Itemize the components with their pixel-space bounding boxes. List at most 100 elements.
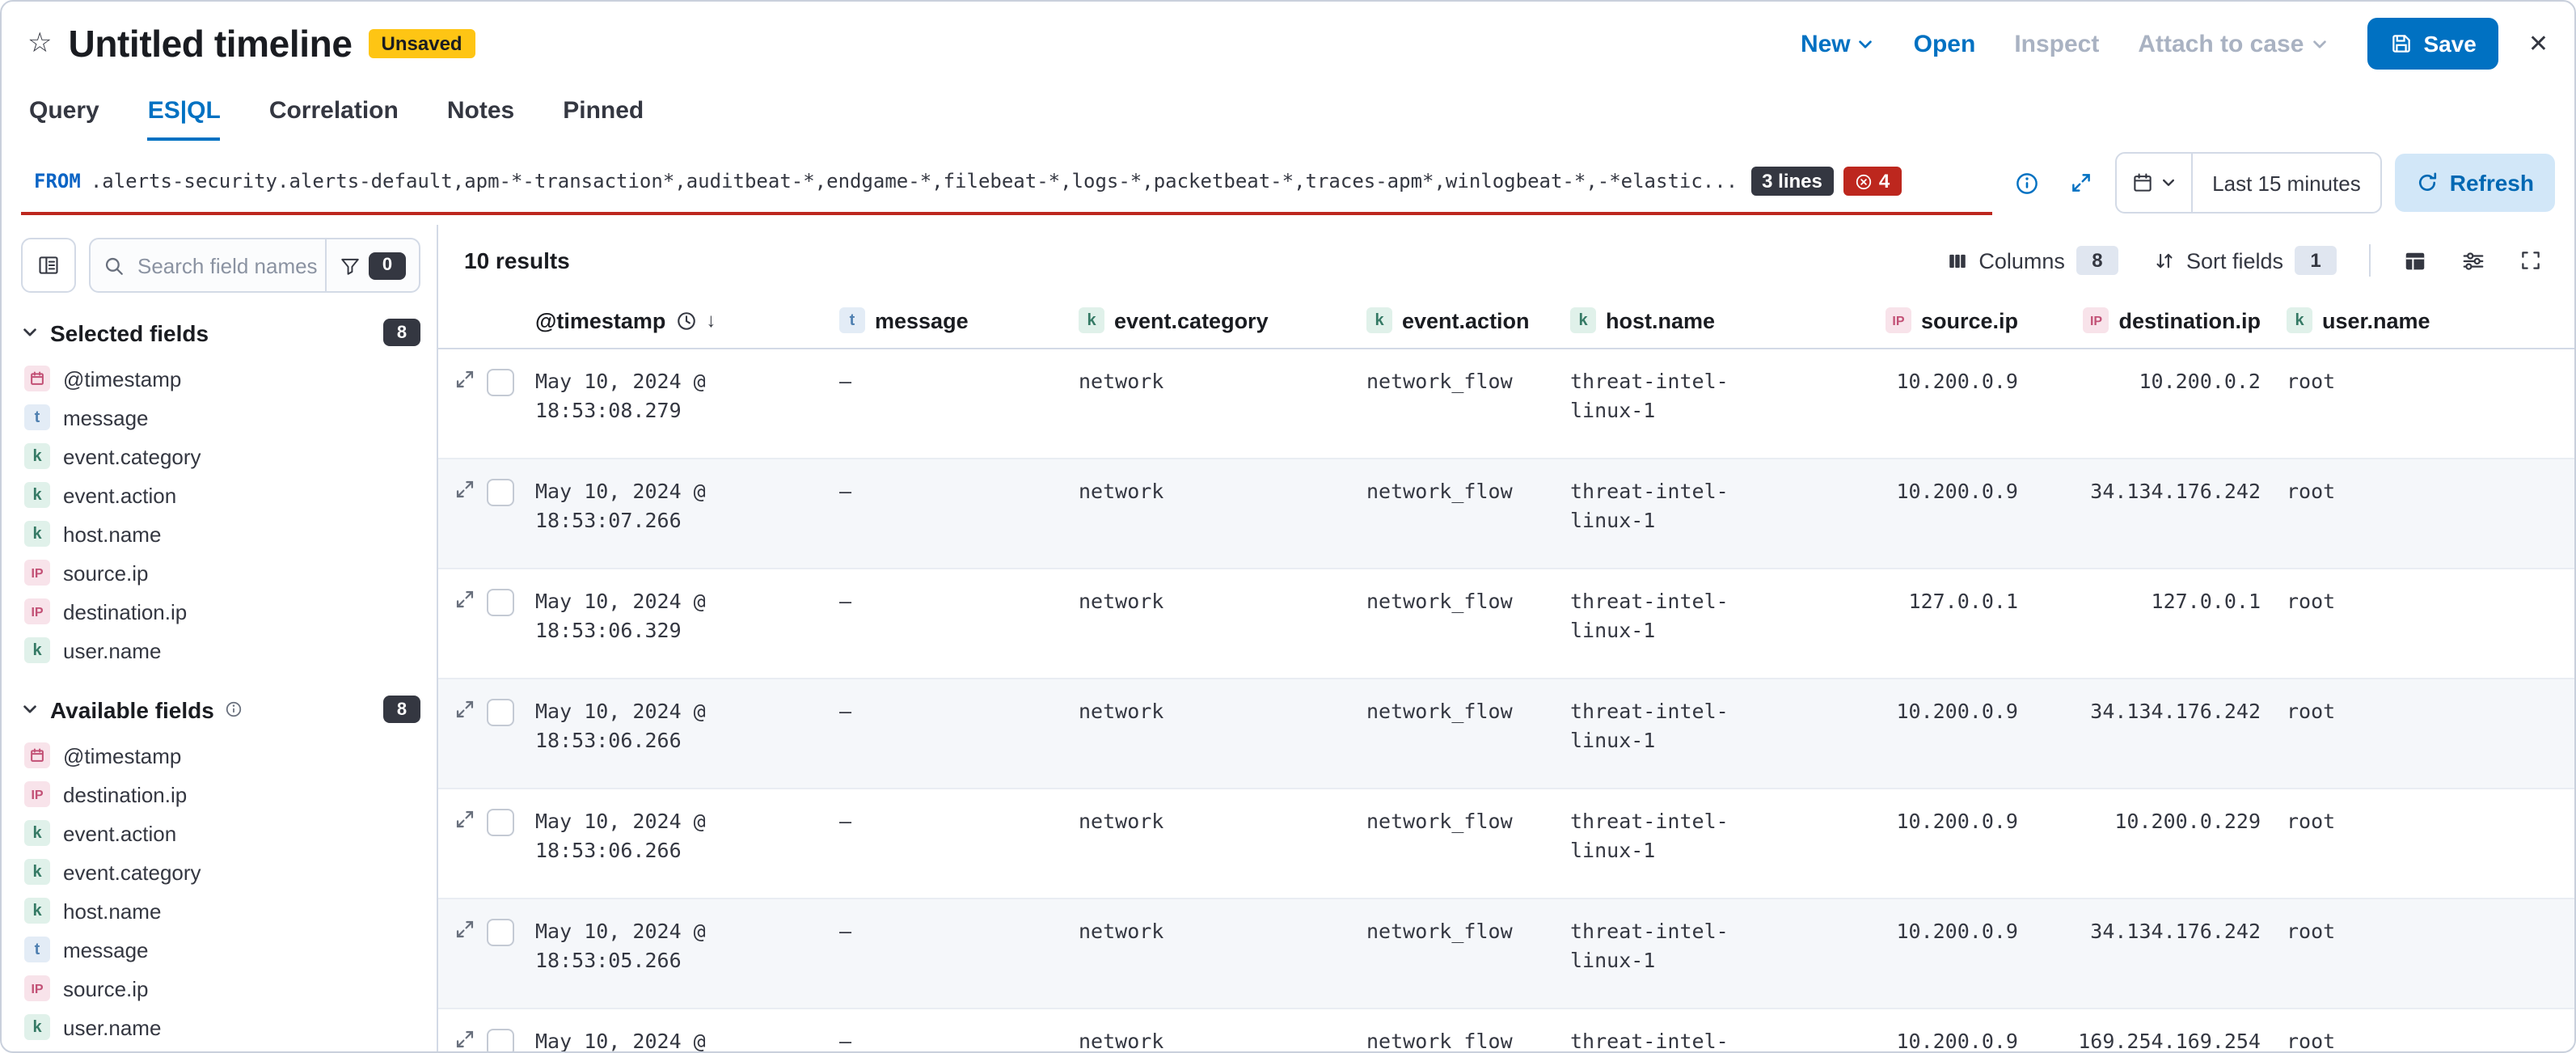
column-header-message[interactable]: tmessage	[826, 293, 1066, 348]
cell-host-name[interactable]: threat-intel-	[1557, 1009, 1800, 1051]
expand-row-icon[interactable]	[454, 479, 475, 500]
cell-source-ip[interactable]: 10.200.0.9	[1800, 899, 2031, 1008]
cell-user-name[interactable]: root	[2274, 569, 2574, 678]
esql-editor[interactable]: FROM .alerts-security.alerts-default,apm…	[21, 150, 1992, 215]
field-item-source-ip[interactable]: IP source.ip	[21, 553, 420, 592]
expand-row-icon[interactable]	[454, 1029, 475, 1050]
cell-host-name[interactable]: threat-intel-linux-1	[1557, 349, 1800, 458]
new-timeline-button[interactable]: New	[1801, 30, 1875, 57]
cell-event-action[interactable]: network_flow	[1353, 789, 1557, 898]
date-picker-calendar-button[interactable]	[2117, 154, 2193, 212]
cell-user-name[interactable]: root	[2274, 1009, 2574, 1051]
tab-es-ql[interactable]: ES|QL	[148, 86, 221, 141]
expand-editor-button[interactable]	[2060, 162, 2102, 204]
toggle-fields-panel-button[interactable]	[21, 238, 76, 293]
inspect-button[interactable]: Inspect	[2014, 30, 2099, 57]
cell-destination-ip[interactable]: 10.200.0.229	[2031, 789, 2274, 898]
cell-destination-ip[interactable]: 169.254.169.254	[2031, 1009, 2274, 1051]
column-header-destination-ip[interactable]: IPdestination.ip	[2031, 293, 2274, 348]
expand-row-icon[interactable]	[454, 589, 475, 610]
field-item-host-name[interactable]: k host.name	[21, 891, 420, 930]
sort-fields-button[interactable]: Sort fields 1	[2144, 239, 2346, 281]
cell-host-name[interactable]: threat-intel-linux-1	[1557, 569, 1800, 678]
cell-timestamp[interactable]: May 10, 2024 @ 18:53:07.266	[522, 459, 826, 568]
tab-correlation[interactable]: Correlation	[269, 86, 399, 141]
cell-timestamp[interactable]: May 10, 2024 @ 18:53:06.266	[522, 789, 826, 898]
cell-destination-ip[interactable]: 10.200.0.2	[2031, 349, 2274, 458]
cell-event-category[interactable]: network	[1066, 459, 1353, 568]
cell-source-ip[interactable]: 10.200.0.9	[1800, 459, 2031, 568]
query-info-button[interactable]	[2005, 162, 2047, 204]
cell-message[interactable]: –	[826, 679, 1066, 788]
field-item-user-name[interactable]: k user.name	[21, 631, 420, 670]
cell-message[interactable]: –	[826, 899, 1066, 1008]
cell-event-action[interactable]: network_flow	[1353, 459, 1557, 568]
fullscreen-button[interactable]	[2510, 239, 2552, 281]
row-checkbox[interactable]	[487, 479, 514, 506]
cell-host-name[interactable]: threat-intel-linux-1	[1557, 679, 1800, 788]
field-search-input[interactable]	[134, 252, 325, 279]
display-options-button[interactable]	[2393, 239, 2435, 281]
field-item-message[interactable]: t message	[21, 930, 420, 969]
field-item-source-ip[interactable]: IP source.ip	[21, 969, 420, 1008]
available-fields-accordion[interactable]: Available fields 8	[21, 696, 420, 723]
open-timeline-button[interactable]: Open	[1914, 30, 1976, 57]
field-item-message[interactable]: t message	[21, 398, 420, 437]
errors-badge[interactable]: 4	[1843, 167, 1901, 196]
expand-row-icon[interactable]	[454, 809, 475, 830]
cell-user-name[interactable]: root	[2274, 789, 2574, 898]
field-item-event-action[interactable]: k event.action	[21, 476, 420, 514]
favorite-star-icon[interactable]: ☆	[27, 27, 53, 60]
cell-timestamp[interactable]: May 10, 2024 @	[522, 1009, 826, 1051]
lines-badge[interactable]: 3 lines	[1750, 167, 1834, 196]
tab-query[interactable]: Query	[29, 86, 99, 141]
row-checkbox[interactable]	[487, 919, 514, 946]
row-checkbox[interactable]	[487, 809, 514, 836]
field-item-user-name[interactable]: k user.name	[21, 1008, 420, 1047]
expand-row-icon[interactable]	[454, 699, 475, 720]
field-item-destination-ip[interactable]: IP destination.ip	[21, 592, 420, 631]
tab-pinned[interactable]: Pinned	[563, 86, 644, 141]
cell-host-name[interactable]: threat-intel-linux-1	[1557, 789, 1800, 898]
cell-destination-ip[interactable]: 127.0.0.1	[2031, 569, 2274, 678]
cell-destination-ip[interactable]: 34.134.176.242	[2031, 459, 2274, 568]
cell-destination-ip[interactable]: 34.134.176.242	[2031, 899, 2274, 1008]
column-header--timestamp[interactable]: @timestamp↓	[522, 293, 826, 348]
cell-event-action[interactable]: network_flow	[1353, 349, 1557, 458]
attach-to-case-button[interactable]: Attach to case	[2138, 30, 2328, 57]
expand-row-icon[interactable]	[454, 369, 475, 390]
cell-user-name[interactable]: root	[2274, 349, 2574, 458]
cell-event-category[interactable]: network	[1066, 1009, 1353, 1051]
save-button[interactable]: Save	[2367, 18, 2498, 70]
field-item-event-category[interactable]: k event.category	[21, 437, 420, 476]
cell-host-name[interactable]: threat-intel-linux-1	[1557, 459, 1800, 568]
column-header-event-category[interactable]: kevent.category	[1066, 293, 1353, 348]
column-header-host-name[interactable]: khost.name	[1557, 293, 1800, 348]
cell-event-category[interactable]: network	[1066, 679, 1353, 788]
cell-source-ip[interactable]: 10.200.0.9	[1800, 679, 2031, 788]
column-header-user-name[interactable]: kuser.name	[2274, 293, 2574, 348]
row-checkbox[interactable]	[487, 699, 514, 726]
cell-source-ip[interactable]: 127.0.0.1	[1800, 569, 2031, 678]
column-header-event-action[interactable]: kevent.action	[1353, 293, 1557, 348]
field-filter-button[interactable]: 0	[325, 239, 419, 291]
refresh-button[interactable]: Refresh	[2395, 154, 2555, 212]
cell-source-ip[interactable]: 10.200.0.9	[1800, 1009, 2031, 1051]
cell-event-action[interactable]: network_flow	[1353, 1009, 1557, 1051]
cell-timestamp[interactable]: May 10, 2024 @ 18:53:08.279	[522, 349, 826, 458]
cell-message[interactable]: –	[826, 349, 1066, 458]
selected-fields-accordion[interactable]: Selected fields 8	[21, 319, 420, 346]
cell-message[interactable]: –	[826, 789, 1066, 898]
cell-host-name[interactable]: threat-intel-linux-1	[1557, 899, 1800, 1008]
cell-event-action[interactable]: network_flow	[1353, 569, 1557, 678]
cell-event-category[interactable]: network	[1066, 569, 1353, 678]
cell-timestamp[interactable]: May 10, 2024 @ 18:53:05.266	[522, 899, 826, 1008]
field-item--timestamp[interactable]: @timestamp	[21, 359, 420, 398]
time-range-button[interactable]: Last 15 minutes	[2193, 171, 2380, 195]
cell-event-action[interactable]: network_flow	[1353, 899, 1557, 1008]
row-checkbox[interactable]	[487, 1029, 514, 1051]
cell-message[interactable]: –	[826, 459, 1066, 568]
field-item-event-category[interactable]: k event.category	[21, 852, 420, 891]
cell-event-category[interactable]: network	[1066, 349, 1353, 458]
cell-user-name[interactable]: root	[2274, 459, 2574, 568]
